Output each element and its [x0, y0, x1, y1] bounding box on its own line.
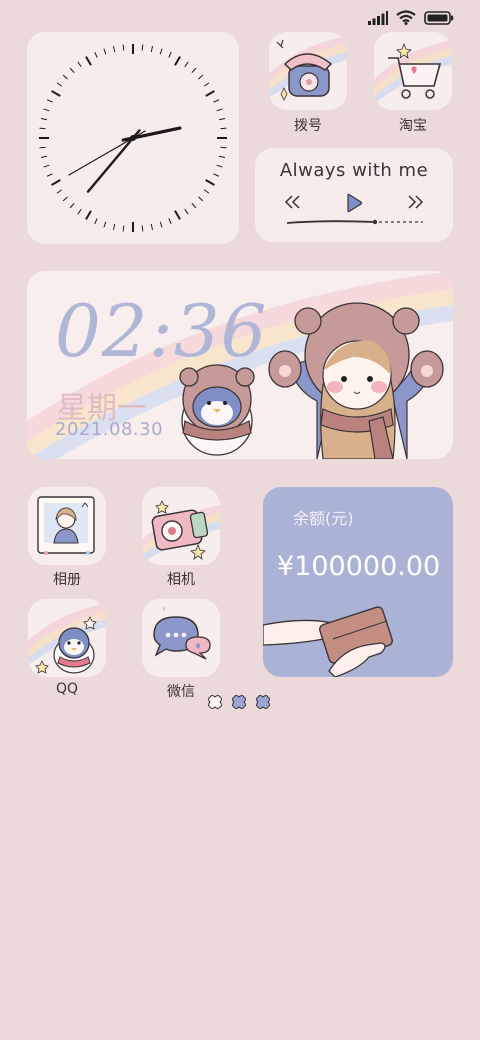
clock-hour-tick	[51, 90, 61, 97]
battery-icon	[424, 10, 454, 25]
clock-minute-tick	[191, 203, 197, 209]
clock-minute-tick	[62, 196, 68, 202]
clock-minute-tick	[112, 223, 116, 231]
progress-bar[interactable]	[285, 218, 425, 226]
app-label-taobao: 淘宝	[399, 118, 427, 134]
shopping-cart-icon	[374, 40, 452, 104]
clock-minute-tick	[141, 44, 144, 51]
clock-minute-tick	[46, 99, 53, 103]
wallet-widget[interactable]: 余额(元) ¥100000.00	[263, 487, 453, 677]
wallet-title: 余额(元)	[293, 509, 354, 528]
camera-icon	[142, 500, 220, 563]
clock-minute-tick	[159, 48, 163, 55]
clock-minute-tick	[198, 196, 204, 202]
app-label-qq: QQ	[55, 681, 79, 697]
clock-minute-tick	[203, 189, 210, 194]
clock-minute-tick	[203, 82, 210, 87]
clock-minute-tick	[39, 146, 46, 149]
clock-minute-tick	[62, 74, 68, 80]
clock-minute-tick	[159, 221, 163, 228]
next-icon[interactable]	[405, 194, 425, 210]
page-indicator[interactable]	[207, 694, 271, 710]
music-title: Always with me	[279, 160, 429, 181]
clock-minute-tick	[216, 108, 223, 112]
clock-hour-tick	[174, 210, 181, 220]
clock-minute-tick	[218, 117, 226, 121]
clock-minute-tick	[40, 155, 48, 159]
clock-hour-tick	[205, 179, 215, 186]
clock-minute-tick	[168, 51, 172, 58]
clock-minute-tick	[216, 164, 223, 168]
time-date-widget[interactable]: 02:36 星期一 2021.08.30	[27, 271, 453, 459]
clock-minute-tick	[122, 44, 125, 51]
clock-minute-tick	[77, 208, 82, 215]
app-dial[interactable]	[269, 32, 347, 110]
play-icon[interactable]	[344, 193, 364, 213]
clock-minute-tick	[184, 208, 189, 215]
clock-time-display: 02:36	[55, 289, 268, 373]
clock-minute-tick	[56, 189, 63, 194]
clock-minute-tick	[94, 51, 98, 58]
clock-minute-tick	[56, 82, 63, 87]
clock-minute-tick	[213, 173, 220, 177]
clock-minute-tick	[220, 146, 227, 149]
clock-center-pin	[130, 135, 136, 141]
clock-minute-tick	[103, 221, 107, 228]
clock-minute-tick	[69, 203, 75, 209]
clock-face	[39, 44, 227, 232]
app-label-dial: 拨号	[294, 118, 322, 134]
penguin-icon	[28, 603, 106, 674]
clock-minute-tick	[94, 218, 98, 225]
clock-minute-tick	[150, 223, 154, 231]
clock-minute-tick	[43, 108, 50, 112]
chat-bubble-icon	[153, 607, 211, 660]
clock-minute-tick	[213, 99, 220, 103]
status-bar	[368, 10, 454, 25]
clock-minute-tick	[191, 67, 197, 73]
clock-minute-tick	[184, 61, 189, 68]
photo-frame-icon	[37, 496, 95, 555]
previous-icon[interactable]	[283, 194, 303, 210]
app-wechat[interactable]	[142, 599, 220, 677]
app-camera[interactable]	[142, 487, 220, 565]
signal-icon	[368, 10, 388, 25]
analog-clock-widget[interactable]	[27, 32, 239, 244]
clock-minute-tick	[69, 67, 75, 73]
clock-minute-tick	[39, 127, 46, 130]
clock-hour-tick	[51, 179, 61, 186]
clock-minute-tick	[77, 61, 82, 68]
clock-minute-tick	[220, 127, 227, 130]
wallet-hands-illustration	[263, 606, 393, 677]
app-label-camera: 相机	[167, 572, 195, 588]
clock-minute-tick	[168, 218, 172, 225]
clock-hour-tick	[85, 56, 92, 66]
clock-minute-tick	[112, 45, 116, 53]
clock-minute-tick	[218, 155, 226, 159]
clock-hour-tick	[85, 210, 92, 220]
app-qq[interactable]	[28, 599, 106, 677]
page-dot-2[interactable]	[231, 694, 247, 710]
clock-hour-tick	[205, 90, 215, 97]
app-album[interactable]	[28, 487, 106, 565]
telephone-icon	[269, 36, 347, 101]
app-label-album: 相册	[53, 572, 81, 588]
wifi-icon	[396, 10, 416, 25]
clock-minute-tick	[141, 225, 144, 232]
clock-minute-tick	[150, 45, 154, 53]
wallet-balance: ¥100000.00	[277, 551, 441, 582]
clock-hour-tick	[174, 56, 181, 66]
clock-minute-tick	[198, 74, 204, 80]
clock-minute-tick	[103, 48, 107, 55]
music-widget[interactable]: Always with me	[255, 148, 453, 242]
clock-minute-tick	[46, 173, 53, 177]
clock-minute-tick	[43, 164, 50, 168]
app-taobao[interactable]	[374, 32, 452, 110]
date-label: 2021.08.30	[55, 419, 164, 440]
page-dot-1[interactable]	[207, 694, 223, 710]
clock-minute-tick	[40, 117, 48, 121]
clock-minute-tick	[122, 225, 125, 232]
page-dot-3[interactable]	[255, 694, 271, 710]
